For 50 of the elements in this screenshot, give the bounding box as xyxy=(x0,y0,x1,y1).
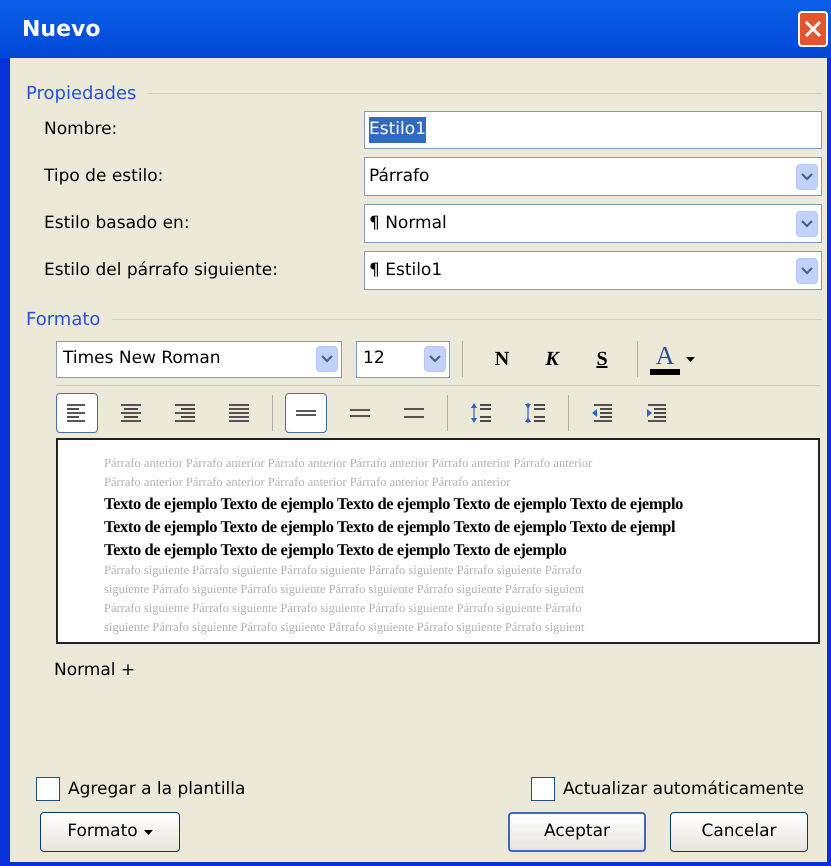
field-label: Tipo de estilo: xyxy=(43,164,164,188)
close-button[interactable] xyxy=(798,11,828,47)
next-paragraph-text: Párrafo siguiente Párrafo siguiente Párrafo siguiente Párrafo siguiente Párrafo siguiente Párrafo xyxy=(104,562,583,579)
space-before-less-icon xyxy=(523,401,547,425)
sample-text: Texto de ejemplo Texto de ejemplo Texto de ejemplo Texto de ejemplo Texto de ejempl xyxy=(104,516,676,538)
align-left-button[interactable] xyxy=(56,393,98,433)
style-dropdown[interactable]: Párrafo xyxy=(364,157,822,196)
previous-paragraph-text: Párrafo anterior Párrafo anterior Párrafo anterior Párrafo anterior Párrafo anterior xyxy=(104,474,512,491)
sample-text: Texto de ejemplo Texto de ejemplo Texto de ejemplo Texto de ejemplo xyxy=(104,539,568,561)
style-dropdown[interactable]: ¶ Normal xyxy=(364,204,822,243)
checkbox-label: Actualizar automáticamente xyxy=(562,778,804,800)
next-paragraph-text: siguiente Párrafo siguiente Párrafo siguiente Párrafo siguiente Párrafo siguiente Párrafo siguient xyxy=(104,581,586,598)
checkbox-label: Agregar a la plantilla xyxy=(68,778,246,800)
underline-button[interactable]: S xyxy=(577,341,627,377)
field-label: Nombre: xyxy=(43,118,118,142)
field-label: Estilo basado en: xyxy=(43,212,191,235)
name-field[interactable]: Estilo1 xyxy=(364,111,822,149)
align-right-icon xyxy=(173,401,197,425)
caret-icon xyxy=(144,830,153,834)
double-spacing-icon xyxy=(404,408,424,418)
font-color-button[interactable]: A xyxy=(648,339,697,379)
close-icon xyxy=(804,20,822,38)
previous-paragraph-text: Párrafo anterior Párrafo anterior Párrafo anterior Párrafo anterior Párrafo anterior Párrafo anterior xyxy=(104,455,594,472)
checkbox[interactable] xyxy=(530,777,555,802)
justify-icon xyxy=(227,401,251,425)
increase-indent-icon xyxy=(644,401,668,425)
single-spacing-icon xyxy=(296,408,316,418)
next-paragraph-text: Párrafo siguiente Párrafo siguiente Párrafo siguiente Párrafo siguiente Párrafo siguiente Párrafo xyxy=(104,600,583,617)
section-title: Formato xyxy=(26,308,100,332)
font-dropdown[interactable]: Times New Roman xyxy=(56,340,342,378)
field-label: Estilo del párrafo siguiente: xyxy=(43,258,279,282)
caret-icon xyxy=(686,356,695,362)
bold-button[interactable]: N xyxy=(477,341,527,377)
single-spacing-button[interactable] xyxy=(285,393,327,433)
window-title: Nuevo xyxy=(22,16,100,44)
ok-button[interactable]: Aceptar xyxy=(508,812,646,852)
italic-button[interactable]: K xyxy=(527,341,577,377)
sample-text: Texto de ejemplo Texto de ejemplo Texto de ejemplo Texto de ejemplo Texto de ejemplo xyxy=(104,493,684,515)
decrease-indent-icon xyxy=(590,401,614,425)
format-button[interactable]: Formato xyxy=(40,812,180,852)
size-dropdown[interactable]: 12 xyxy=(356,340,450,378)
space-before-more-icon xyxy=(469,401,493,425)
style-dropdown[interactable]: ¶ Estilo1 xyxy=(364,251,822,290)
next-paragraph-text: siguiente Párrafo siguiente Párrafo siguiente Párrafo siguiente Párrafo siguiente Párrafo siguient xyxy=(104,619,586,636)
cancel-button[interactable]: Cancelar xyxy=(670,812,808,852)
style-description: Normal + xyxy=(54,659,136,682)
section-title: Propiedades xyxy=(26,82,136,106)
align-center-icon xyxy=(119,401,143,425)
one-half-spacing-icon xyxy=(350,408,370,418)
checkbox[interactable] xyxy=(36,777,60,802)
